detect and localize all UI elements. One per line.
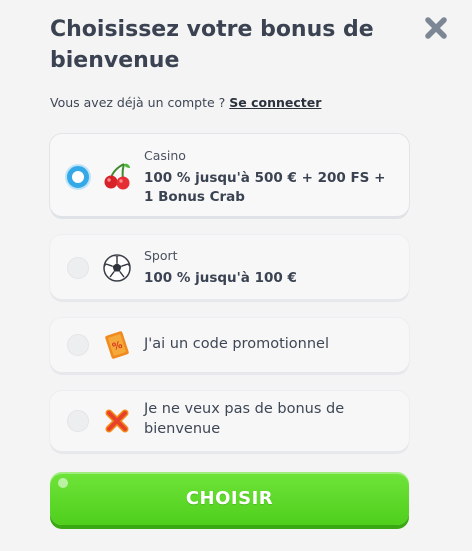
account-prompt: Vous avez déjà un compte ? Se connecter	[50, 95, 321, 110]
bonus-option-sport[interactable]: Sport 100 % jusqu'à 100 €	[50, 235, 409, 299]
radio-sport[interactable]	[67, 257, 89, 279]
login-link[interactable]: Se connecter	[229, 95, 321, 110]
bonus-option-promo-code[interactable]: % J'ai un code promotionnel	[50, 318, 409, 372]
option-category: Sport	[144, 248, 178, 263]
radio-casino[interactable]	[67, 166, 89, 188]
option-label: J'ai un code promotionnel	[144, 336, 329, 352]
choose-button[interactable]: CHOISIR	[50, 472, 409, 525]
cherries-icon	[104, 163, 130, 190]
welcome-bonus-modal: Choisissez votre bonus de bienvenue Vous…	[0, 0, 472, 551]
modal-title: Choisissez votre bonus de bienvenue	[50, 17, 374, 73]
cross-icon	[105, 409, 129, 433]
bonus-option-casino[interactable]: Casino 100 % jusqu'à 500 € + 200 FS + 1 …	[50, 134, 409, 216]
account-prompt-text: Vous avez déjà un compte ?	[50, 95, 226, 110]
close-button[interactable]	[424, 16, 448, 40]
promo-ticket-icon: %	[105, 331, 129, 359]
option-category: Casino	[144, 148, 186, 163]
radio-no-bonus[interactable]	[67, 410, 89, 432]
choose-button-label: CHOISIR	[185, 488, 274, 509]
option-label: Je ne veux pas de bonus de bienvenue	[144, 401, 345, 437]
option-offer: 100 % jusqu'à 100 €	[144, 270, 297, 286]
option-offer: 100 % jusqu'à 500 € + 200 FS + 1 Bonus C…	[144, 170, 386, 205]
button-shine	[58, 478, 68, 488]
bonus-option-no-bonus[interactable]: Je ne veux pas de bonus de bienvenue	[50, 391, 409, 451]
radio-promo-code[interactable]	[67, 334, 89, 356]
soccer-ball-icon	[103, 254, 131, 282]
close-icon	[425, 17, 447, 39]
